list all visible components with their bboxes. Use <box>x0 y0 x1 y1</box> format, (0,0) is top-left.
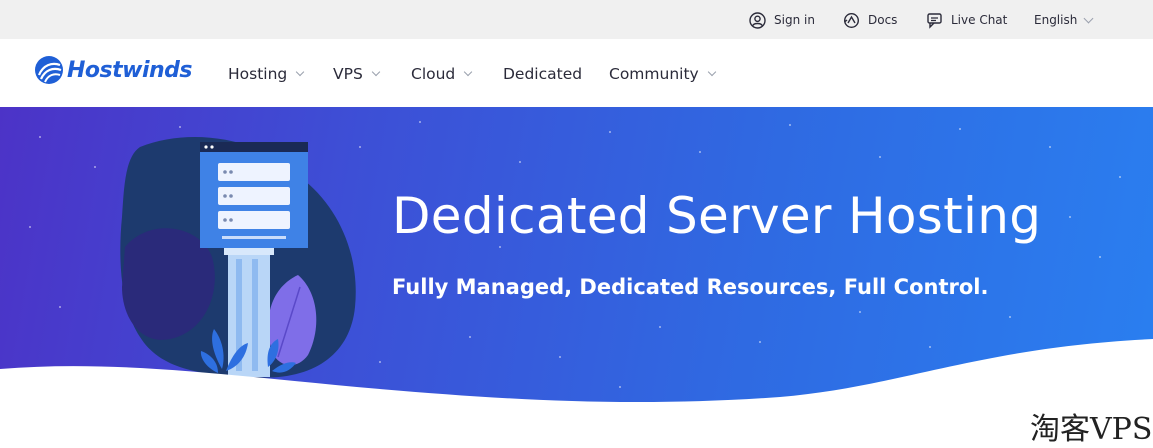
nav-item-label: Hosting <box>228 65 288 83</box>
sign-in-label: Sign in <box>774 13 815 27</box>
logo-text: Hostwinds <box>67 57 193 83</box>
nav-item-dedicated[interactable]: Dedicated <box>503 64 582 84</box>
user-icon <box>749 11 766 29</box>
chevron-down-icon <box>464 67 473 77</box>
hero-subtitle: Fully Managed, Dedicated Resources, Full… <box>392 275 989 299</box>
language-selector[interactable]: English <box>1034 11 1094 29</box>
nav-item-label: Community <box>609 65 699 83</box>
nav-item-hosting[interactable]: Hosting <box>228 64 305 84</box>
nav-item-label: Dedicated <box>503 65 583 83</box>
chevron-down-icon <box>296 67 305 77</box>
chevron-down-icon <box>707 67 716 77</box>
sign-in-link[interactable]: Sign in <box>749 11 815 29</box>
chat-icon <box>927 12 942 29</box>
nav-item-label: VPS <box>333 65 363 83</box>
nav-item-cloud[interactable]: Cloud <box>411 64 473 84</box>
nav-item-community[interactable]: Community <box>609 64 716 84</box>
watermark-text: 淘客VPS <box>1030 412 1153 447</box>
nav-item-label: Cloud <box>411 65 456 83</box>
chevron-down-icon <box>1083 13 1094 23</box>
live-chat-label: Live Chat <box>951 13 1008 27</box>
nav-item-vps[interactable]: VPS <box>333 64 381 84</box>
docs-icon <box>843 12 860 28</box>
docs-link[interactable]: Docs <box>843 11 897 29</box>
docs-label: Docs <box>868 13 898 27</box>
logo-icon <box>35 56 63 84</box>
hero-title: Dedicated Server Hosting <box>392 187 1042 245</box>
language-label: English <box>1034 13 1078 27</box>
logo[interactable]: Hostwinds <box>34 55 193 85</box>
hero-banner: Dedicated Server Hosting Fully Managed, … <box>0 107 1153 442</box>
chevron-down-icon <box>371 67 381 77</box>
utility-bar: Sign in Docs Live Chat English <box>0 0 1153 39</box>
live-chat-link[interactable]: Live Chat <box>926 11 1007 29</box>
